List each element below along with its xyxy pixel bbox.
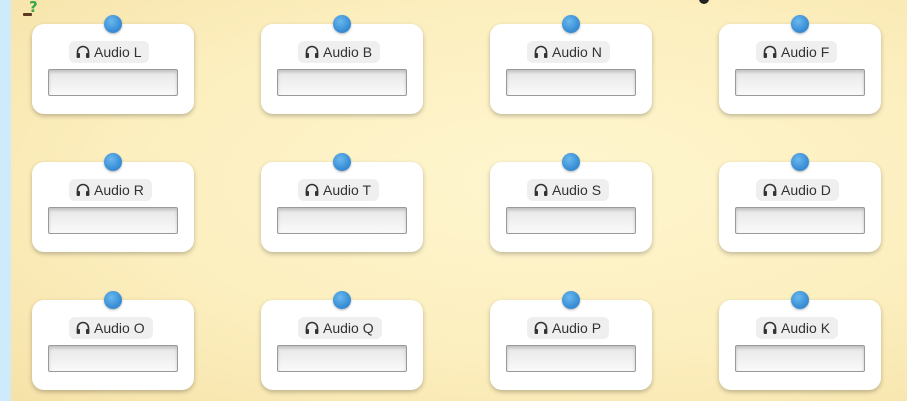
- audio-card: Audio S: [490, 153, 652, 252]
- audio-play-button[interactable]: Audio Q: [298, 317, 382, 339]
- audio-label: Audio F: [781, 44, 830, 60]
- pin-icon: [791, 153, 809, 171]
- pin-icon: [562, 15, 580, 33]
- audio-label: Audio K: [781, 320, 831, 336]
- answer-drop-field[interactable]: [735, 69, 865, 96]
- audio-label: Audio B: [323, 44, 373, 60]
- pin-icon: [333, 291, 351, 309]
- indicator-dot: [699, 0, 709, 4]
- audio-card: Audio F: [719, 15, 881, 114]
- pin-icon: [333, 153, 351, 171]
- pin-icon: [104, 153, 122, 171]
- audio-label: Audio N: [552, 44, 602, 60]
- audio-play-button[interactable]: Audio B: [298, 41, 381, 63]
- headphones-icon: [533, 44, 549, 60]
- headphones-icon: [75, 182, 91, 198]
- audio-label: Audio Q: [323, 320, 374, 336]
- answer-drop-field[interactable]: [277, 69, 407, 96]
- headphones-icon: [75, 44, 91, 60]
- audio-card: Audio D: [719, 153, 881, 252]
- help-question-icon[interactable]: ?: [23, 0, 41, 17]
- pin-icon: [104, 15, 122, 33]
- headphones-icon: [762, 182, 778, 198]
- audio-label: Audio P: [552, 320, 602, 336]
- pin-icon: [791, 15, 809, 33]
- answer-drop-field[interactable]: [506, 345, 636, 372]
- audio-card: Audio T: [261, 153, 423, 252]
- pin-icon: [562, 291, 580, 309]
- audio-card: Audio P: [490, 291, 652, 390]
- audio-card: Audio Q: [261, 291, 423, 390]
- headphones-icon: [304, 320, 320, 336]
- answer-drop-field[interactable]: [48, 69, 178, 96]
- answer-drop-field[interactable]: [506, 207, 636, 234]
- audio-card: Audio N: [490, 15, 652, 114]
- audio-play-button[interactable]: Audio S: [527, 179, 610, 201]
- answer-drop-field[interactable]: [735, 345, 865, 372]
- audio-label: Audio D: [781, 182, 831, 198]
- answer-drop-field[interactable]: [48, 345, 178, 372]
- audio-play-button[interactable]: Audio T: [298, 179, 379, 201]
- headphones-icon: [533, 182, 549, 198]
- audio-play-button[interactable]: Audio N: [527, 41, 610, 63]
- headphones-icon: [762, 320, 778, 336]
- audio-card: Audio R: [32, 153, 194, 252]
- answer-drop-field[interactable]: [277, 207, 407, 234]
- pin-icon: [562, 153, 580, 171]
- answer-drop-field[interactable]: [506, 69, 636, 96]
- headphones-icon: [762, 44, 778, 60]
- audio-play-button[interactable]: Audio K: [756, 317, 839, 339]
- audio-card: Audio O: [32, 291, 194, 390]
- audio-label: Audio T: [323, 182, 371, 198]
- answer-drop-field[interactable]: [735, 207, 865, 234]
- audio-card: Audio L: [32, 15, 194, 114]
- pin-icon: [791, 291, 809, 309]
- audio-label: Audio S: [552, 182, 602, 198]
- audio-label: Audio L: [94, 44, 142, 60]
- headphones-icon: [533, 320, 549, 336]
- audio-play-button[interactable]: Audio R: [69, 179, 152, 201]
- game-board: ? Audio L Audio B Audio N Audio F Audio …: [11, 0, 907, 401]
- audio-play-button[interactable]: Audio L: [69, 41, 150, 63]
- audio-play-button[interactable]: Audio P: [527, 317, 610, 339]
- audio-play-button[interactable]: Audio O: [69, 317, 153, 339]
- audio-play-button[interactable]: Audio D: [756, 179, 839, 201]
- audio-label: Audio R: [94, 182, 144, 198]
- headphones-icon: [75, 320, 91, 336]
- pin-icon: [333, 15, 351, 33]
- answer-drop-field[interactable]: [277, 345, 407, 372]
- headphones-icon: [304, 182, 320, 198]
- answer-drop-field[interactable]: [48, 207, 178, 234]
- audio-card: Audio B: [261, 15, 423, 114]
- audio-card: Audio K: [719, 291, 881, 390]
- audio-play-button[interactable]: Audio F: [756, 41, 838, 63]
- pin-icon: [104, 291, 122, 309]
- audio-label: Audio O: [94, 320, 145, 336]
- headphones-icon: [304, 44, 320, 60]
